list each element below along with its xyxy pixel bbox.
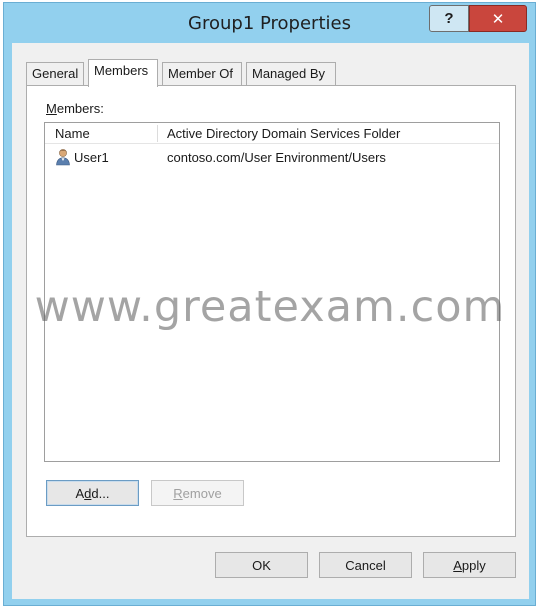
title-bar[interactable]: Group1 Properties ? ✕ (4, 3, 535, 43)
member-name: User1 (74, 150, 109, 165)
close-button[interactable]: ✕ (469, 5, 527, 32)
member-folder: contoso.com/User Environment/Users (167, 150, 386, 165)
column-header-name[interactable]: Name (55, 126, 90, 141)
apply-label-rest: pply (461, 557, 486, 573)
help-button[interactable]: ? (429, 5, 469, 32)
tab-members[interactable]: Members (88, 59, 158, 87)
list-header: Name Active Directory Domain Services Fo… (45, 123, 499, 144)
dialog-client-area: General Members Member Of Managed By Mem… (12, 43, 529, 599)
remove-button[interactable]: Remove (151, 480, 244, 506)
add-button[interactable]: Ad d... (46, 480, 139, 506)
members-label-accel: M (46, 101, 57, 116)
list-item[interactable]: User1 contoso.com/User Environment/Users (45, 148, 499, 168)
tab-managed-by[interactable]: Managed By (246, 62, 336, 86)
tab-general[interactable]: General (26, 62, 84, 86)
remove-label-accel: R (173, 485, 183, 501)
remove-label-rest: emove (182, 485, 222, 501)
apply-label-accel: A (453, 557, 462, 573)
add-label-post: d... (91, 485, 110, 501)
ok-button[interactable]: OK (215, 552, 308, 578)
properties-window: Group1 Properties ? ✕ General Members Me… (3, 2, 536, 606)
members-tab-panel: Members: Name Active Directory Domain Se… (26, 85, 516, 537)
add-label-pre: A (75, 485, 85, 501)
members-list[interactable]: Name Active Directory Domain Services Fo… (44, 122, 500, 462)
members-label-text: embers: (56, 101, 104, 116)
close-icon: ✕ (491, 10, 505, 28)
tab-member-of[interactable]: Member Of (162, 62, 242, 86)
members-label: Members: (46, 101, 104, 116)
user-icon (56, 149, 70, 166)
apply-button[interactable]: Apply (423, 552, 516, 578)
column-header-folder[interactable]: Active Directory Domain Services Folder (167, 126, 400, 141)
add-label-accel: d (84, 485, 92, 501)
column-divider[interactable] (157, 125, 158, 142)
cancel-button[interactable]: Cancel (319, 552, 412, 578)
